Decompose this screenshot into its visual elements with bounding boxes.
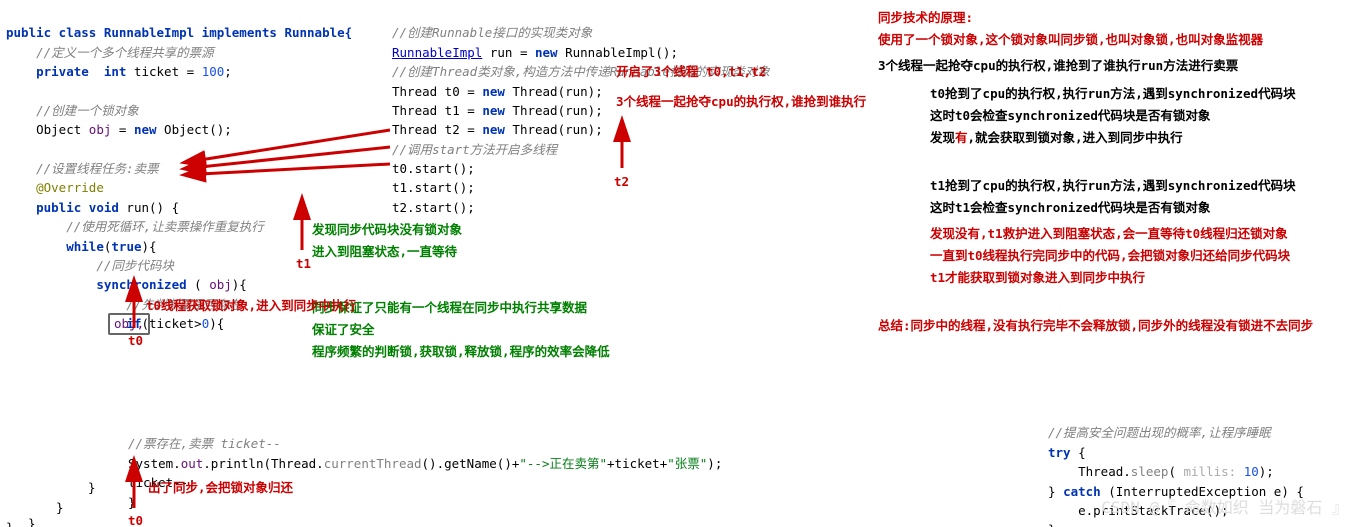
- comment: //同步代码块: [96, 258, 174, 273]
- red-exit-note: 出了同步,会把锁对象归还: [148, 478, 293, 497]
- red-t0-note: t0线程获取锁对象,进入到同步中执行: [146, 296, 356, 315]
- green-4: 保证了安全: [312, 320, 375, 339]
- watermark: CSDN @『 命数如织 当为磐石 』: [1101, 496, 1348, 521]
- brace: }: [56, 498, 64, 517]
- right-c5: t1才能获取到锁对象进入到同步中执行: [930, 268, 1145, 287]
- red-t0-sub: t0: [128, 331, 143, 350]
- arrow-up-t2: [612, 130, 632, 170]
- right-h1: 同步技术的原理:: [878, 8, 973, 27]
- mid-red-2: 3个线程一起抢夺cpu的执行权,谁抢到谁执行: [616, 92, 866, 111]
- override: @Override: [36, 180, 104, 195]
- green-2: 进入到阻塞状态,一直等待: [312, 242, 457, 261]
- brace: }: [28, 514, 36, 527]
- right-b3: 发现有,就会获取到锁对象,进入到同步中执行: [930, 128, 1183, 147]
- comment: //调用start方法开启多线程: [392, 142, 557, 157]
- comment: //使用死循环,让卖票操作重复执行: [66, 219, 264, 234]
- brace: }: [6, 518, 14, 527]
- right-sum: 总结:同步中的线程,没有执行完毕不会释放锁,同步外的线程没有锁进不去同步: [878, 316, 1313, 335]
- comment: //定义一个多个线程共享的票源: [36, 45, 214, 60]
- comment: //设置线程任务:卖票: [36, 161, 159, 176]
- comment: //创建Runnable接口的实现类对象: [392, 25, 592, 40]
- green-1: 发现同步代码块没有锁对象: [312, 220, 462, 239]
- green-5: 程序频繁的判断锁,获取锁,释放锁,程序的效率会降低: [312, 342, 610, 361]
- right-h3: 3个线程一起抢夺cpu的执行权,谁抢到了谁执行run方法进行卖票: [878, 56, 1238, 75]
- class-decl: public class RunnableImpl implements Run…: [6, 25, 352, 40]
- right-b2: 这时t0会检查synchronized代码块是否有锁对象: [930, 106, 1210, 125]
- right-c1: t1抢到了cpu的执行权,执行run方法,遇到synchronized代码块: [930, 176, 1296, 195]
- comment: //票存在,卖票 ticket--: [128, 436, 281, 451]
- comment: //提高安全问题出现的概率,让程序睡眠: [1048, 425, 1271, 440]
- arrow-up-t1: [292, 208, 312, 252]
- arrow-up-t0b: [124, 470, 144, 510]
- arrow-t2: [190, 150, 400, 210]
- brace: }: [88, 478, 96, 497]
- right-h2: 使用了一个锁对象,这个锁对象叫同步锁,也叫对象锁,也叫对象监视器: [878, 30, 1263, 49]
- red-exit-sub: t0: [128, 511, 143, 527]
- arrow-up-t0a: [124, 290, 144, 330]
- right-c3: 发现没有,t1救护进入到阻塞状态,会一直等待t0线程归还锁对象: [930, 224, 1288, 243]
- right-c2: 这时t1会检查synchronized代码块是否有锁对象: [930, 198, 1210, 217]
- annotated-code-screenshot: public class RunnableImpl implements Run…: [0, 0, 1360, 527]
- t1-label: t1: [296, 254, 311, 273]
- mid-red-1: 开启了3个线程 t0,t1,t2: [616, 62, 766, 81]
- t2-label: t2: [614, 172, 629, 191]
- comment: //创建一个锁对象: [36, 103, 139, 118]
- right-c4: 一直到t0线程执行完同步中的代码,会把锁对象归还给同步代码块: [930, 246, 1290, 265]
- right-b1: t0抢到了cpu的执行权,执行run方法,遇到synchronized代码块: [930, 84, 1296, 103]
